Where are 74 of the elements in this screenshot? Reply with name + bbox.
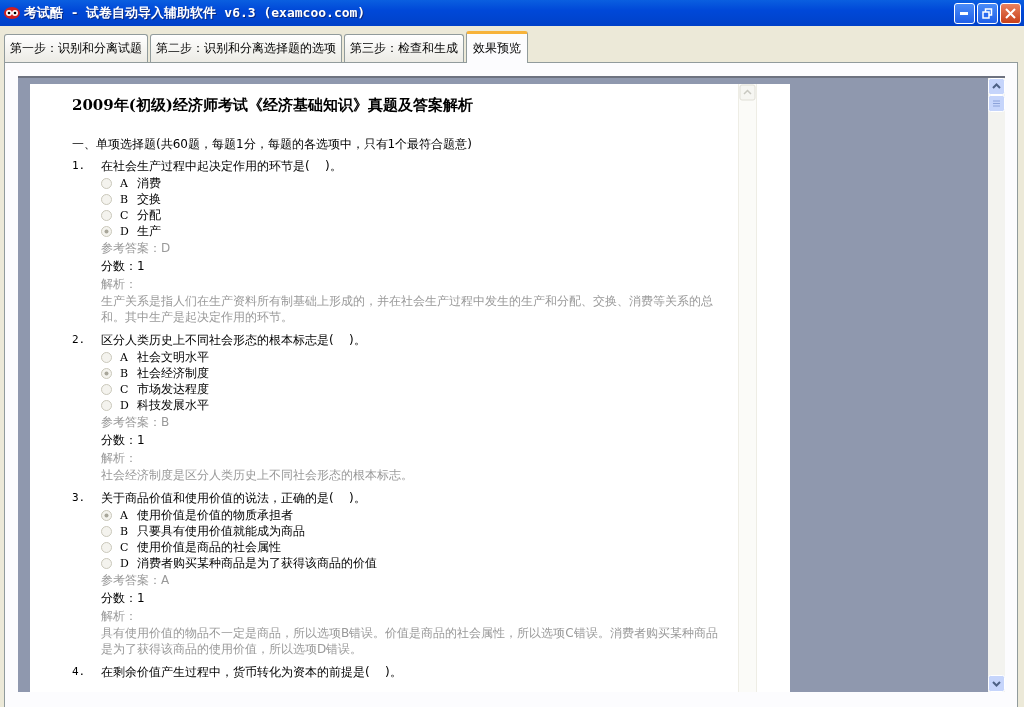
option-letter: B [120, 366, 130, 380]
close-button[interactable] [1000, 2, 1021, 24]
option-letter: C [120, 382, 130, 396]
section-heading: 一、单项选择题(共60题，每题1分，每题的各选项中，只有1个最符合题意) [72, 136, 473, 153]
radio-button[interactable] [101, 351, 112, 363]
analysis-text: 生产关系是指人们在生产资料所有制基础上形成的，并在社会生产过程中发生的生产和分配、交换、消费等关系的总和。其中生产是起决定作用的环节。 [101, 293, 714, 325]
scroll-down-icon[interactable] [988, 675, 1005, 692]
app-logo-icon [4, 7, 20, 19]
option-letter: B [120, 524, 130, 538]
question-text: 区分人类历史上不同社会形态的根本标志是( )。 [101, 332, 366, 349]
question-number: 1. [72, 158, 87, 174]
option-text: 消费者购买某种商品是为了获得该商品的价值 [137, 554, 377, 572]
window-title: 考试酷 - 试卷自动导入辅助软件 v6.3 (examcoo.com) [24, 4, 367, 22]
question-number: 4. [72, 664, 87, 680]
question-text: 在剩余价值产生过程中，货币转化为资本的前提是( )。 [101, 664, 402, 681]
radio-button[interactable] [101, 525, 112, 537]
restore-icon [982, 7, 993, 19]
option-text: 使用价值是商品的社会属性 [137, 538, 281, 556]
radio-button[interactable] [101, 557, 112, 569]
question-text: 在社会生产过程中起决定作用的环节是( )。 [101, 158, 342, 175]
option-letter: C [120, 208, 130, 222]
option-letter: D [120, 224, 130, 238]
tab[interactable]: 第二步：识别和分离选择题的选项 [150, 34, 342, 62]
restore-button[interactable] [977, 2, 998, 24]
minimize-button[interactable] [954, 2, 975, 24]
question-number: 3. [72, 490, 87, 506]
option-text: 分配 [137, 206, 161, 224]
radio-button[interactable] [101, 367, 112, 379]
option-text: 科技发展水平 [137, 396, 209, 414]
option-text: 使用价值是价值的物质承担者 [137, 506, 293, 524]
option-letter: A [120, 176, 129, 190]
analysis-text: 具有使用价值的物品不一定是商品，所以选项B错误。价值是商品的社会属性，所以选项C错误。消费者购买某种商品是为了获得该商品的使用价值，所以选项D错误。 [101, 625, 719, 657]
close-icon [1005, 7, 1016, 19]
option-text: 消费 [137, 174, 161, 192]
tab[interactable]: 效果预览 [466, 31, 528, 63]
option-text: 社会文明水平 [137, 348, 209, 366]
option-text: 社会经济制度 [137, 364, 209, 382]
radio-button[interactable] [101, 209, 112, 221]
radio-button[interactable] [101, 399, 112, 411]
option-text: 交换 [137, 190, 161, 208]
question-number: 2. [72, 332, 87, 348]
option-letter: D [120, 556, 130, 570]
score-text: 分数：1 [101, 432, 146, 449]
option-letter: B [120, 192, 130, 206]
radio-button[interactable] [101, 509, 112, 521]
option-letter: A [120, 350, 129, 364]
tab[interactable]: 第三步：检查和生成 [344, 34, 464, 62]
scrollbar[interactable] [738, 84, 757, 692]
minimize-icon [960, 11, 969, 15]
analysis-label: 解析： [101, 608, 138, 625]
document-title: 2009年(初级)经济师考试《经济基础知识》真题及答案解析 [72, 96, 474, 115]
score-text: 分数：1 [101, 258, 146, 275]
option-letter: A [120, 508, 129, 522]
question-text: 关于商品价值和使用价值的说法，正确的是( )。 [101, 490, 366, 507]
radio-button[interactable] [101, 225, 112, 237]
radio-button[interactable] [101, 193, 112, 205]
analysis-label: 解析： [101, 450, 138, 467]
option-text: 市场发达程度 [137, 380, 209, 398]
tab[interactable]: 第一步：识别和分离试题 [4, 34, 148, 62]
option-text: 生产 [137, 222, 161, 240]
analysis-label: 解析： [101, 276, 138, 293]
scrollbar[interactable] [988, 78, 1005, 692]
reference-answer: 参考答案：A [101, 572, 171, 589]
analysis-text: 社会经济制度是区分人类历史上不同社会形态的根本标志。 [101, 467, 414, 483]
option-text: 只要具有使用价值就能成为商品 [137, 522, 305, 540]
score-text: 分数：1 [101, 590, 146, 607]
reference-answer: 参考答案：B [101, 414, 171, 431]
reference-answer: 参考答案：D [101, 240, 172, 257]
radio-button[interactable] [101, 177, 112, 189]
scroll-thumb-icon[interactable] [988, 95, 1005, 112]
radio-button[interactable] [101, 541, 112, 553]
radio-button[interactable] [101, 383, 112, 395]
option-letter: D [120, 398, 130, 412]
option-letter: C [120, 540, 130, 554]
